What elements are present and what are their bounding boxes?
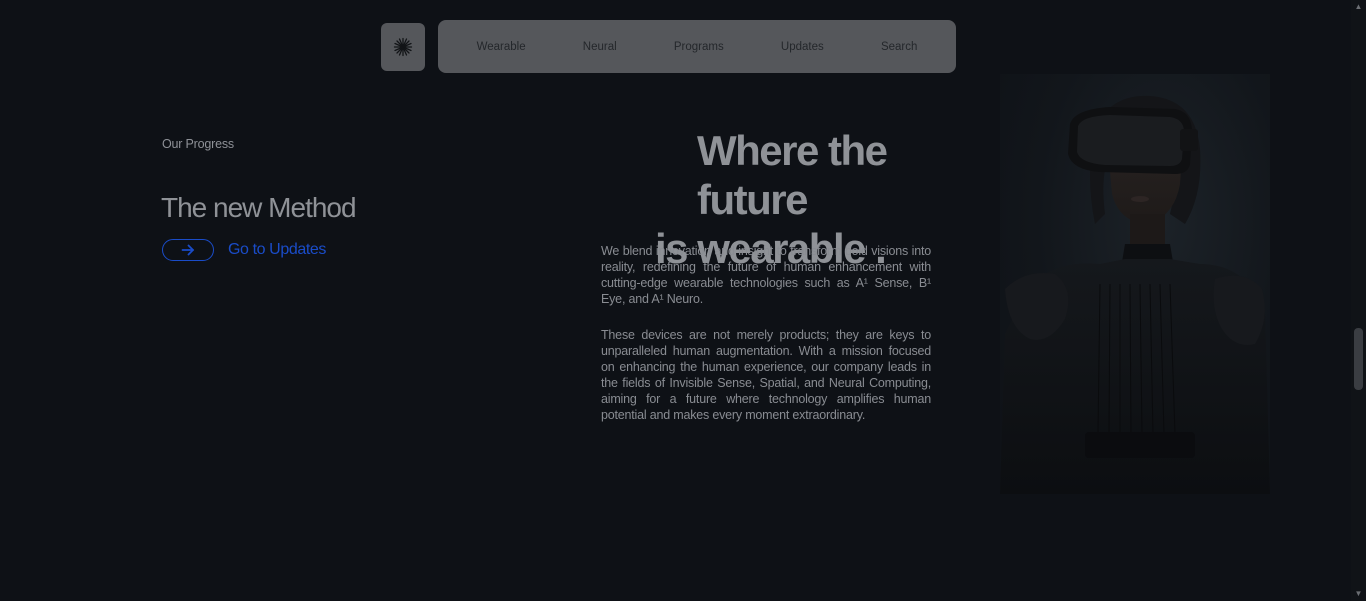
nav-item-neural[interactable]: Neural [575, 37, 625, 57]
section-title: The new Method [161, 192, 357, 223]
scroll-down-icon[interactable]: ▼ [1354, 589, 1363, 599]
logo-button[interactable] [381, 23, 425, 71]
nav-item-search[interactable]: Search [873, 37, 925, 57]
nav-item-programs[interactable]: Programs [666, 37, 732, 57]
section-eyebrow: Our Progress [162, 137, 234, 151]
hero-paragraph-2: These devices are not merely products; t… [601, 328, 931, 422]
hero-paragraph-1: We blend innovation and insight to trans… [601, 244, 931, 306]
go-to-updates-label[interactable]: Go to Updates [228, 241, 326, 259]
scroll-thumb[interactable] [1354, 328, 1363, 390]
nav-item-wearable[interactable]: Wearable [469, 37, 534, 57]
hero-headline-line1: Where the future [697, 127, 888, 223]
main-nav: Wearable Neural Programs Updates Search [438, 20, 956, 73]
page-scrollbar[interactable]: ▲ ▼ [1351, 0, 1366, 601]
page: Wearable Neural Programs Updates Search … [0, 0, 1366, 601]
arrow-right-icon [181, 244, 194, 256]
nav-item-updates[interactable]: Updates [773, 37, 832, 57]
go-to-updates-link[interactable]: Go to Updates [162, 239, 326, 261]
vr-woman-illustration [1000, 95, 1270, 494]
arrow-pill-button[interactable] [162, 239, 214, 261]
asterisk-logo-icon [393, 37, 413, 57]
hero-image [1000, 74, 1270, 494]
scroll-up-icon[interactable]: ▲ [1354, 2, 1363, 12]
